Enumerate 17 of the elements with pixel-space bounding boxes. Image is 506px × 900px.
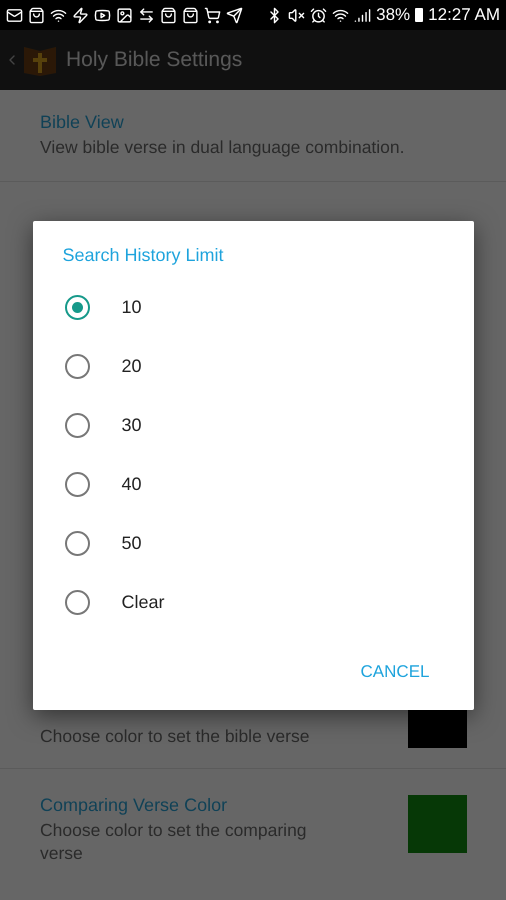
option-label: 20: [122, 356, 142, 376]
clock: 12:27 AM: [428, 5, 500, 25]
setting-description: Choose color to set the bible verse: [40, 725, 310, 748]
setting-title: Comparing Verse Color: [40, 795, 228, 816]
toolbar-title: Holy Bible Settings: [66, 48, 242, 72]
setting-title: Bible View: [40, 112, 125, 133]
option-label: 40: [122, 474, 142, 494]
dialog-title: Search History Limit: [62, 244, 225, 266]
option-label: 10: [122, 296, 142, 318]
settings-row[interactable]: Comparing Verse Color Choose color to set the comparing verse: [0, 769, 506, 900]
option-label: Clear: [122, 592, 165, 612]
setting-description: View bible verse in dual language combination.: [40, 136, 406, 159]
option-label: 50: [122, 532, 142, 554]
setting-description: Choose color to set the comparing verse: [40, 819, 308, 865]
battery-percent: 38%: [376, 5, 410, 25]
settings-row[interactable]: Bible View View bible verse in dual language combination.: [0, 90, 506, 182]
option-label: 30: [122, 414, 142, 436]
